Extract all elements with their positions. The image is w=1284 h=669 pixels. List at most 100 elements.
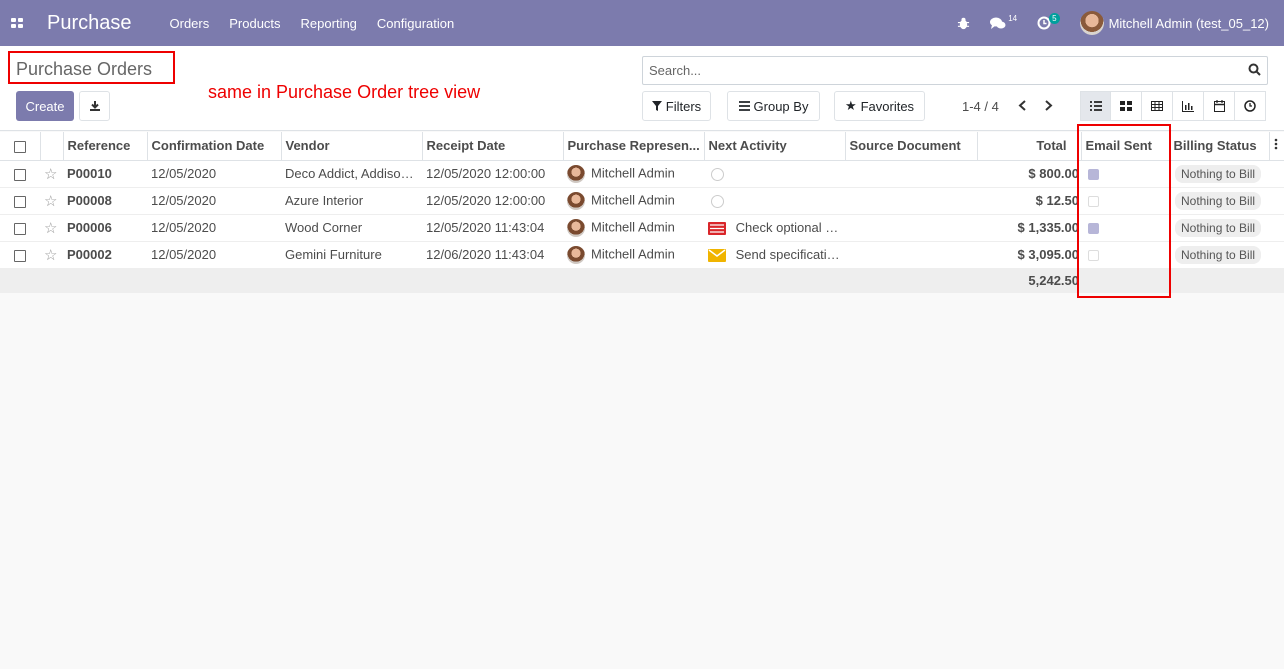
search-icon[interactable] bbox=[1248, 63, 1261, 76]
row-checkbox[interactable] bbox=[14, 249, 26, 262]
status-badge: Nothing to Bill bbox=[1175, 191, 1262, 210]
breadcrumb-title: Purchase Orders bbox=[16, 59, 153, 79]
favorites-button[interactable]: ★ Favorites bbox=[834, 91, 925, 121]
clock-icon[interactable] bbox=[711, 168, 724, 182]
clock-icon[interactable] bbox=[711, 195, 724, 209]
priority-star-icon[interactable]: ☆ bbox=[44, 220, 57, 237]
kanban-view-button[interactable] bbox=[1111, 91, 1142, 121]
menu-orders[interactable]: Orders bbox=[170, 16, 210, 31]
column-source-document[interactable]: Source Document bbox=[845, 132, 978, 161]
cell-reference: P00008 bbox=[63, 187, 147, 215]
priority-star-icon[interactable]: ☆ bbox=[44, 166, 57, 183]
cell-vendor: Deco Addict, Addiso… bbox=[281, 160, 422, 188]
cell-confirmation-date: 12/05/2020 bbox=[147, 241, 281, 269]
menu-configuration[interactable]: Configuration bbox=[377, 16, 454, 31]
envelope-icon[interactable] bbox=[708, 249, 726, 263]
cell-billing-status: Nothing to Bill bbox=[1169, 187, 1269, 215]
cell-source-document bbox=[845, 160, 977, 188]
list-icon[interactable] bbox=[708, 222, 726, 236]
control-panel: Purchase Orders same in Purchase Order t… bbox=[0, 46, 1284, 131]
avatar bbox=[567, 245, 585, 264]
cell-next-activity[interactable] bbox=[704, 160, 845, 188]
menu-products[interactable]: Products bbox=[229, 16, 280, 31]
menu-reporting[interactable]: Reporting bbox=[301, 16, 357, 31]
column-email-sent[interactable]: Email Sent bbox=[1081, 132, 1170, 161]
pager-next-icon[interactable] bbox=[1044, 100, 1053, 111]
column-vendor[interactable]: Vendor bbox=[281, 132, 423, 161]
cell-total: $ 800.00 bbox=[977, 160, 1081, 188]
status-badge: Nothing to Bill bbox=[1175, 164, 1262, 183]
filters-button[interactable]: Filters bbox=[642, 91, 711, 121]
apps-menu-icon[interactable] bbox=[0, 0, 34, 46]
cell-next-activity[interactable] bbox=[704, 187, 845, 215]
avatar bbox=[567, 218, 585, 237]
messages-button[interactable]: 14 bbox=[990, 14, 1017, 30]
user-avatar[interactable] bbox=[1079, 11, 1104, 35]
pager-previous-icon[interactable] bbox=[1018, 100, 1027, 111]
cell-confirmation-date: 12/05/2020 bbox=[147, 187, 281, 215]
graph-view-button[interactable] bbox=[1173, 91, 1204, 121]
cell-next-activity[interactable]: Check optional p… bbox=[704, 214, 845, 242]
column-receipt-date[interactable]: Receipt Date bbox=[422, 132, 564, 161]
pivot-view-button[interactable] bbox=[1142, 91, 1173, 121]
optional-columns-toggle[interactable] bbox=[1269, 132, 1284, 161]
top-navbar: Purchase Orders Products Reporting Confi… bbox=[0, 0, 1284, 46]
cell-source-document bbox=[845, 241, 977, 269]
cell-receipt-date: 12/05/2020 12:00:00 bbox=[422, 187, 563, 215]
table-row[interactable]: ☆ P00008 12/05/2020 Azure Interior 12/05… bbox=[0, 187, 1284, 215]
email-sent-checkbox bbox=[1088, 250, 1099, 262]
email-sent-checkbox bbox=[1088, 196, 1099, 208]
table-row[interactable]: ☆ P00010 12/05/2020 Deco Addict, Addiso…… bbox=[0, 160, 1284, 188]
avatar bbox=[567, 191, 585, 210]
search-bar bbox=[642, 56, 1268, 85]
column-confirmation-date[interactable]: Confirmation Date bbox=[147, 132, 282, 161]
select-all-checkbox[interactable] bbox=[14, 140, 26, 153]
kanban-icon bbox=[1120, 101, 1132, 111]
cell-reference: P00006 bbox=[63, 214, 147, 242]
create-button[interactable]: Create bbox=[16, 91, 74, 121]
cell-receipt-date: 12/05/2020 11:43:04 bbox=[422, 214, 563, 242]
pager-value[interactable]: 1-4 / 4 bbox=[962, 99, 999, 114]
star-header bbox=[40, 132, 64, 161]
cell-vendor: Azure Interior bbox=[281, 187, 422, 215]
priority-star-icon[interactable]: ☆ bbox=[44, 247, 57, 264]
cell-total: $ 1,335.00 bbox=[977, 214, 1081, 242]
cell-reference: P00002 bbox=[63, 241, 147, 269]
activities-button[interactable]: 5 bbox=[1037, 12, 1060, 30]
column-reference[interactable]: Reference bbox=[63, 132, 148, 161]
app-title[interactable]: Purchase bbox=[47, 12, 132, 35]
calendar-view-button[interactable] bbox=[1204, 91, 1235, 121]
cell-representative: Mitchell Admin bbox=[563, 160, 704, 188]
row-checkbox[interactable] bbox=[14, 168, 26, 181]
view-switcher bbox=[1080, 91, 1266, 121]
cell-representative: Mitchell Admin bbox=[563, 187, 704, 215]
column-next-activity[interactable]: Next Activity bbox=[704, 132, 846, 161]
column-purchase-representative[interactable]: Purchase Represen... bbox=[563, 132, 705, 161]
calendar-icon bbox=[1213, 100, 1225, 112]
filters-label: Filters bbox=[665, 98, 702, 114]
search-input[interactable] bbox=[643, 63, 1233, 78]
user-menu[interactable]: Mitchell Admin (test_05_12) bbox=[1109, 16, 1269, 31]
row-checkbox[interactable] bbox=[14, 195, 26, 208]
cell-billing-status: Nothing to Bill bbox=[1169, 214, 1269, 242]
cell-receipt-date: 12/05/2020 12:00:00 bbox=[422, 160, 563, 188]
email-sent-checkbox bbox=[1088, 223, 1099, 235]
activity-view-button[interactable] bbox=[1235, 91, 1266, 121]
list-view-button[interactable] bbox=[1080, 91, 1111, 121]
download-button[interactable] bbox=[79, 91, 110, 121]
priority-star-icon[interactable]: ☆ bbox=[44, 193, 57, 210]
row-checkbox[interactable] bbox=[14, 222, 26, 235]
column-total[interactable]: Total bbox=[977, 132, 1082, 161]
debug-bug-icon[interactable] bbox=[957, 17, 970, 30]
table-footer-row: 5,242.50 bbox=[0, 268, 1284, 293]
table-row[interactable]: ☆ P00006 12/05/2020 Wood Corner 12/05/20… bbox=[0, 214, 1284, 242]
table-grid-icon bbox=[1151, 101, 1163, 111]
cell-next-activity[interactable]: Send specificati… bbox=[704, 241, 845, 269]
cell-representative: Mitchell Admin bbox=[563, 241, 704, 269]
group-by-button[interactable]: Group By bbox=[727, 91, 820, 121]
bars-icon bbox=[738, 101, 750, 111]
column-billing-status[interactable]: Billing Status bbox=[1169, 132, 1270, 161]
purchase-orders-table: Reference Confirmation Date Vendor Recei… bbox=[0, 132, 1284, 293]
table-row[interactable]: ☆ P00002 12/05/2020 Gemini Furniture 12/… bbox=[0, 241, 1284, 269]
cell-source-document bbox=[845, 214, 977, 242]
